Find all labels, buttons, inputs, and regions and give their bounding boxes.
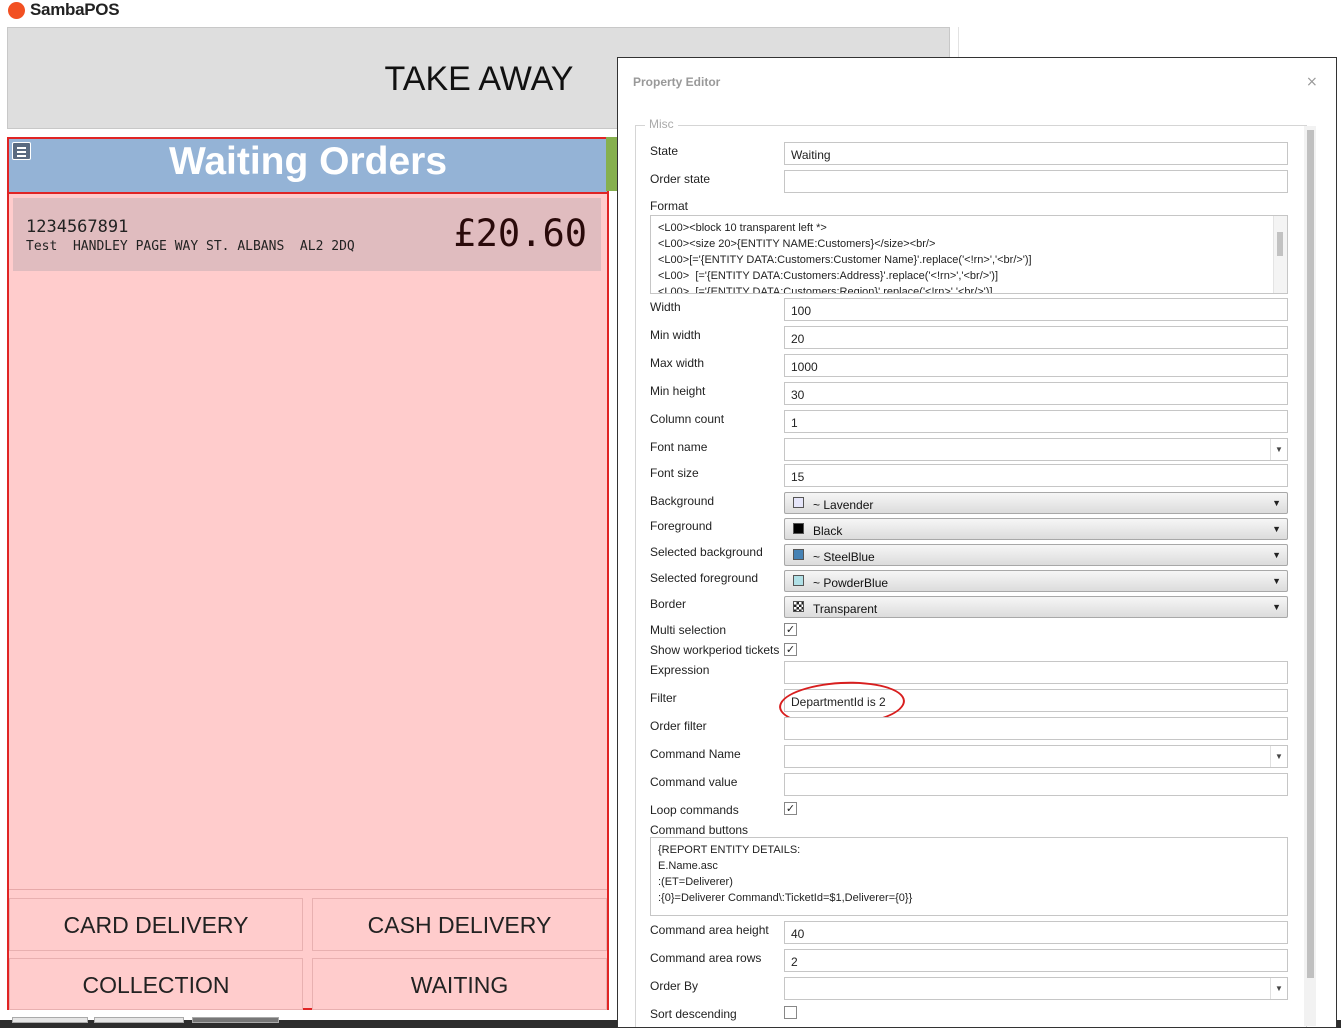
command-value-label: Command value [650,775,738,789]
command-area-height-label: Command area height [650,923,769,937]
font-name-label: Font name [650,440,708,454]
vertical-scrollbar[interactable] [1304,126,1316,1026]
selected-background-label: Selected background [650,545,763,559]
color-swatch [793,575,804,586]
dialog-title: Property Editor [633,75,721,89]
order-filter-input[interactable] [784,717,1288,740]
order-state-label: Order state [650,172,711,186]
card-delivery-button[interactable]: CARD DELIVERY [9,898,303,951]
sort-descending-label: Sort descending [650,1007,737,1021]
state-input[interactable]: Waiting [784,142,1288,165]
foreground-color-picker[interactable]: Black ▼ [784,518,1288,540]
order-by-combo[interactable]: ▼ [784,977,1288,1000]
background-label: Background [650,494,715,508]
order-card[interactable]: 1234567891 Test HANDLEY PAGE WAY ST. ALB… [13,198,601,271]
cash-delivery-button[interactable]: CASH DELIVERY [312,898,607,951]
font-name-combo[interactable]: ▼ [784,438,1288,461]
hamburger-menu-icon[interactable] [12,142,31,160]
chevron-down-icon[interactable]: ▼ [1270,746,1287,767]
show-workperiod-tickets-label: Show workperiod tickets [650,643,780,657]
misc-group-label: Misc [645,117,678,131]
command-name-combo[interactable]: ▼ [784,745,1288,768]
sort-descending-checkbox[interactable] [784,1006,797,1019]
transparent-swatch-icon [793,601,804,612]
column-count-input[interactable]: 1 [784,410,1288,433]
selected-background-color-picker[interactable]: ~ SteelBlue ▼ [784,544,1288,566]
command-value-input[interactable] [784,773,1288,796]
command-buttons-label: Command buttons [650,823,749,837]
command-area-height-input[interactable]: 40 [784,921,1288,944]
loop-commands-label: Loop commands [650,803,739,817]
border-color-picker[interactable]: Transparent ▼ [784,596,1288,618]
waiting-orders-title: Waiting Orders [168,140,448,183]
title-bar: SambaPOS [0,0,1341,22]
min-height-input[interactable]: 30 [784,382,1288,405]
format-scrollbar[interactable] [1273,216,1287,293]
format-label: Format [650,199,689,213]
filter-label: Filter [650,691,677,705]
order-price: £20.60 [453,212,587,255]
chevron-down-icon[interactable]: ▼ [1270,978,1287,999]
dropdown-arrow-icon: ▼ [1272,576,1281,586]
command-area-rows-input[interactable]: 2 [784,949,1288,972]
sambapos-logo-icon [8,2,25,19]
dropdown-arrow-icon: ▼ [1272,498,1281,508]
command-area-rows-label: Command area rows [650,951,762,965]
expression-input[interactable] [784,661,1288,684]
state-label: State [650,144,679,158]
command-name-label: Command Name [650,747,741,761]
expression-label: Expression [650,663,710,677]
color-swatch [793,497,804,508]
bottom-tab[interactable] [12,1017,88,1023]
dropdown-arrow-icon: ▼ [1272,524,1281,534]
background-color-picker[interactable]: ~ Lavender ▼ [784,492,1288,514]
dropdown-arrow-icon: ▼ [1272,602,1281,612]
show-workperiod-tickets-checkbox[interactable]: ✓ [784,643,797,656]
font-size-input[interactable]: 15 [784,464,1288,487]
color-swatch [793,549,804,560]
waiting-orders-panel: Waiting Orders 1234567891 Test HANDLEY P… [7,137,609,1010]
min-height-label: Min height [650,384,706,398]
max-width-label: Max width [650,356,705,370]
min-width-input[interactable]: 20 [784,326,1288,349]
waiting-button[interactable]: WAITING [312,958,607,1010]
bottom-tab[interactable] [94,1017,184,1023]
order-filter-label: Order filter [650,719,707,733]
format-textarea[interactable]: <L00><block 10 transparent left *> <L00>… [650,215,1288,294]
command-buttons-textarea[interactable]: {REPORT ENTITY DETAILS: E.Name.asc :(ET=… [650,837,1288,916]
order-state-input[interactable] [784,170,1288,193]
order-by-label: Order By [650,979,699,993]
command-area-divider [9,889,607,890]
multi-selection-checkbox[interactable]: ✓ [784,623,797,636]
max-width-input[interactable]: 1000 [784,354,1288,377]
min-width-label: Min width [650,328,701,342]
foreground-label: Foreground [650,519,713,533]
color-swatch [793,523,804,534]
width-label: Width [650,300,681,314]
dropdown-arrow-icon: ▼ [1272,550,1281,560]
close-icon[interactable]: × [1306,74,1318,90]
order-address: Test HANDLEY PAGE WAY ST. ALBANS AL2 2DQ [26,239,355,254]
font-size-label: Font size [650,466,699,480]
collection-button[interactable]: COLLECTION [9,958,303,1010]
chevron-down-icon[interactable]: ▼ [1270,439,1287,460]
order-number: 1234567891 [26,217,129,237]
bottom-tab[interactable] [192,1017,279,1023]
width-input[interactable]: 100 [784,298,1288,321]
property-editor-dialog: Property Editor × Misc State Waiting Ord… [617,57,1337,1028]
selected-foreground-label: Selected foreground [650,571,759,585]
selected-foreground-color-picker[interactable]: ~ PowderBlue ▼ [784,570,1288,592]
multi-selection-label: Multi selection [650,623,727,637]
column-count-label: Column count [650,412,725,426]
waiting-orders-header: Waiting Orders [9,139,607,194]
border-label: Border [650,597,687,611]
app-title: SambaPOS [30,0,120,19]
loop-commands-checkbox[interactable]: ✓ [784,802,797,815]
